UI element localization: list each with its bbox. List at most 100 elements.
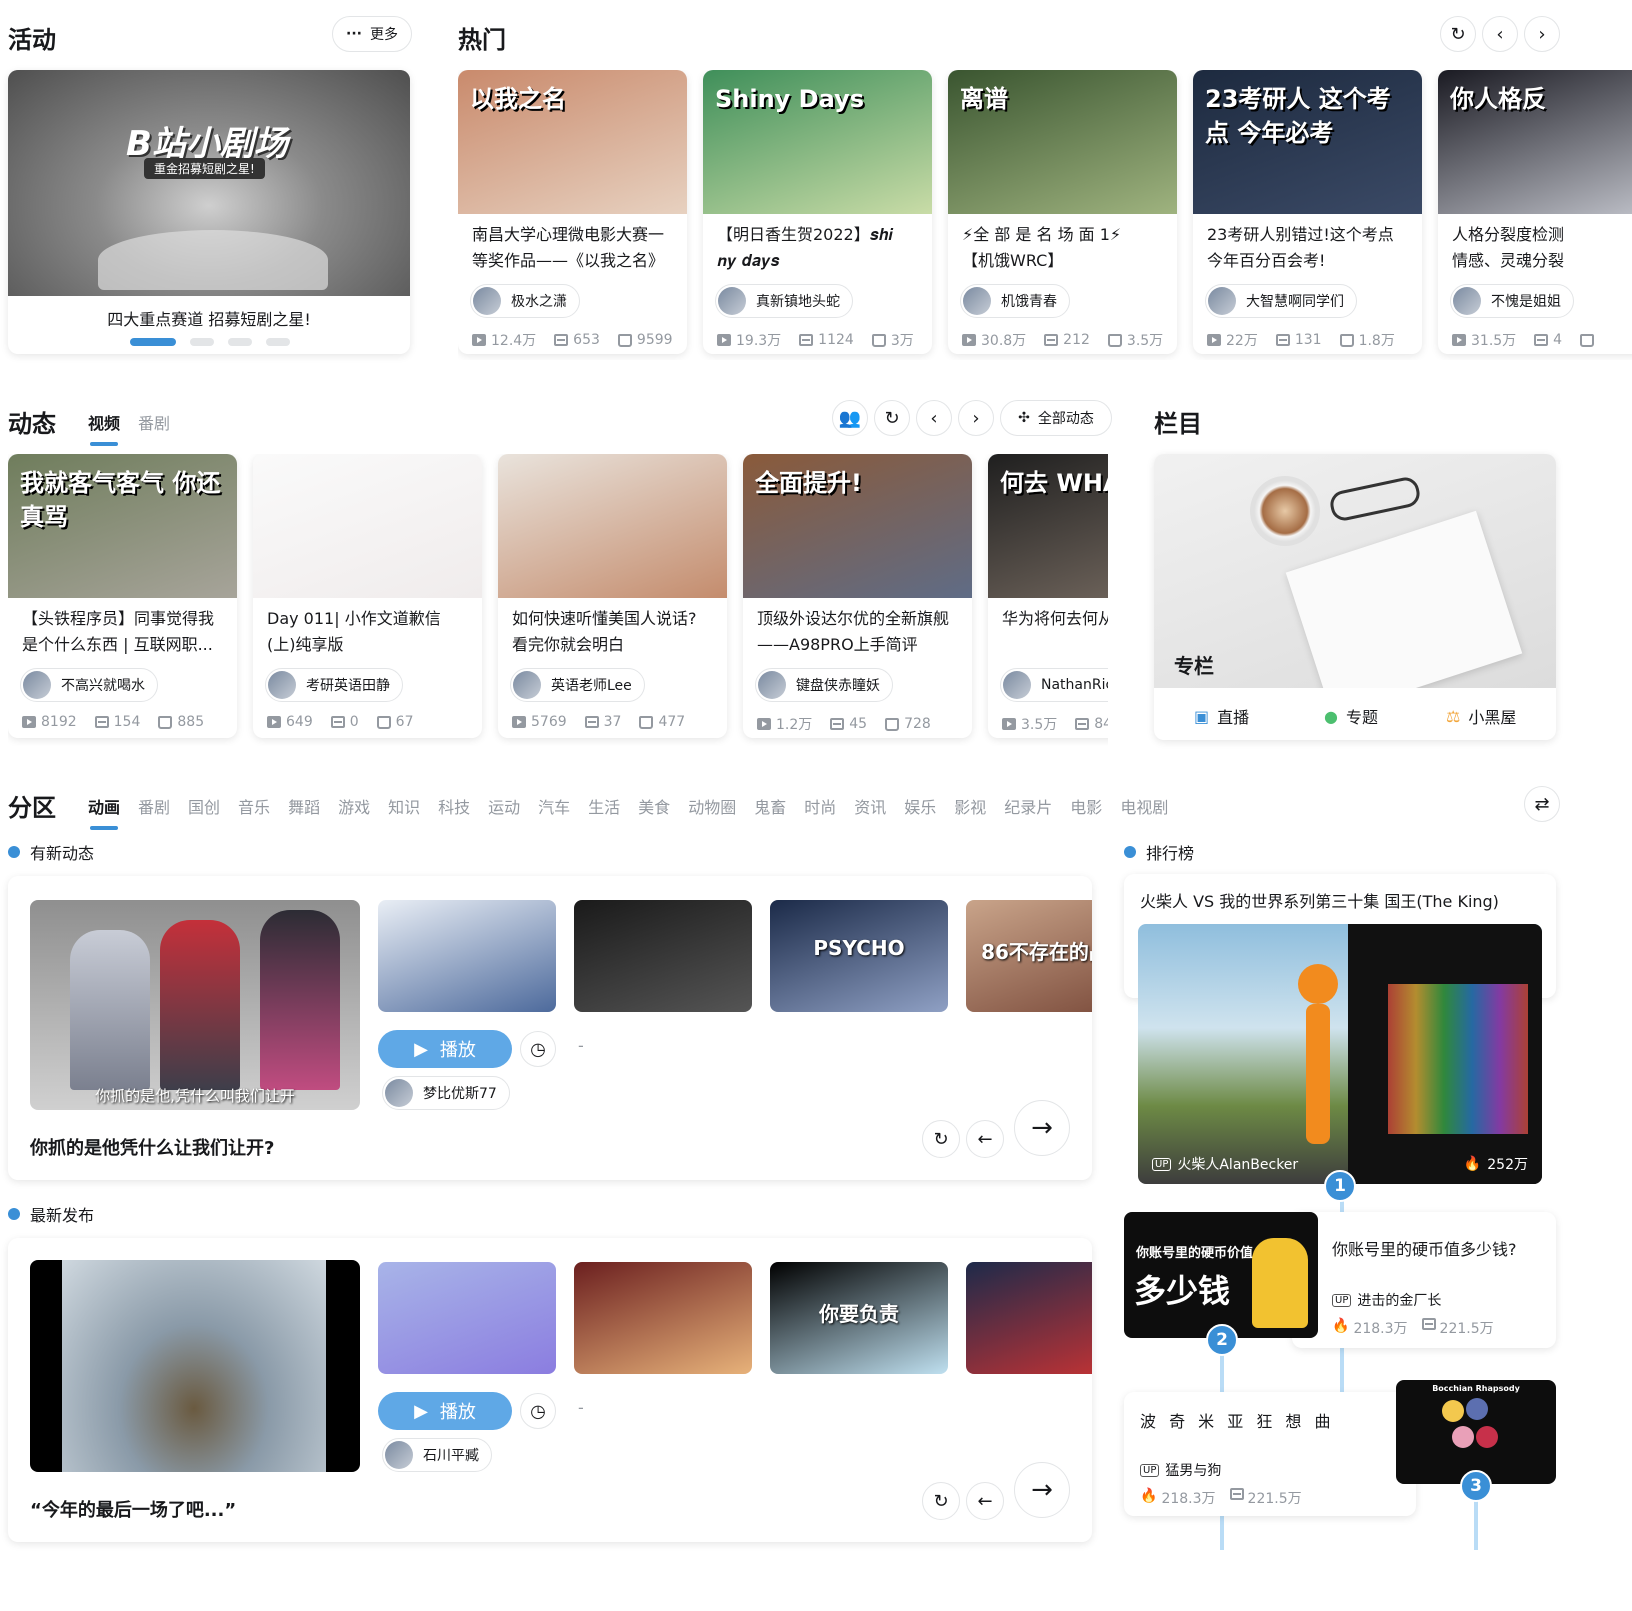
watch-later-icon[interactable]: ◷ <box>520 1031 556 1067</box>
video-card[interactable]: 你人格反 人格分裂度检测 情感、灵魂分裂 不愧是姐姐 31.5万 4 <box>1438 70 1632 354</box>
chevron-left-icon[interactable]: ‹ <box>916 400 952 436</box>
zone-tab[interactable]: 资讯 <box>854 794 886 818</box>
video-title[interactable]: Day 011| 小作文道歉信 (上)纯享版 <box>267 606 472 658</box>
small-thumbnail[interactable] <box>574 1262 752 1374</box>
zone-tab[interactable]: 运动 <box>488 794 520 818</box>
video-thumbnail[interactable]: 以我之名 <box>458 70 687 214</box>
carousel-dot[interactable] <box>266 338 290 346</box>
video-thumbnail[interactable] <box>253 454 482 598</box>
tab-bangumi[interactable]: 番剧 <box>138 410 170 434</box>
rank-3-card[interactable]: 波 奇 米 亚 狂 想 曲 UP 猛男与狗 🔥 218.3万 221.5万 <box>1124 1392 1416 1516</box>
small-thumbnail[interactable] <box>574 900 752 1012</box>
carousel-dot[interactable] <box>190 338 214 346</box>
video-card[interactable]: Shiny Days 【明日香生贺2022】𝒔𝒉𝒊 𝒏𝒚 𝒅𝒂𝒚𝒔 真新镇地头蛇 19… <box>703 70 932 354</box>
zone-tab[interactable]: 美食 <box>638 794 670 818</box>
zone-tab[interactable]: 动物圈 <box>688 794 736 818</box>
video-thumbnail[interactable]: Shiny Days <box>703 70 932 214</box>
up-chip[interactable]: 英语老师Lee <box>510 668 645 702</box>
video-card[interactable]: 如何快速听懂美国人说话? 看完你就会明白 英语老师Lee 5769 37 477 <box>498 454 727 738</box>
refresh-icon[interactable]: ↻ <box>922 1482 960 1520</box>
up-chip[interactable]: 极水之潇 <box>470 284 580 318</box>
following-icon[interactable]: 👥 <box>832 400 868 436</box>
zone-tab[interactable]: 科技 <box>438 794 470 818</box>
video-title[interactable]: 南昌大学心理微电影大赛一 等奖作品——《以我之名》 <box>472 222 677 274</box>
up-chip[interactable]: 键盘侠赤瞳妖 <box>755 668 893 702</box>
column-link-topic[interactable]: ● 专题 <box>1324 704 1378 728</box>
video-card[interactable]: 23考研人 这个考点 今年必考 23考研人别错过!这个考点 今年百分百会考! 大智慧… <box>1193 70 1422 354</box>
up-chip[interactable]: 不愧是姐姐 <box>1450 284 1574 318</box>
zone-tab[interactable]: 音乐 <box>238 794 270 818</box>
video-title[interactable]: 【头铁程序员】同事觉得我 是个什么东西 | 互联网职... <box>22 606 227 658</box>
chevron-right-icon[interactable]: › <box>1524 16 1560 52</box>
rank-1-thumb[interactable]: UP 火柴人AlanBecker 🔥 252万 <box>1138 924 1542 1184</box>
video-thumbnail[interactable]: 我就客气客气 你还真骂 <box>8 454 237 598</box>
rank-2-card[interactable]: 你账号里的硬币值多少钱? UP 进击的金厂长 🔥 218.3万 221.5万 <box>1292 1212 1556 1348</box>
carousel-dot-active[interactable] <box>130 338 176 346</box>
chevron-right-icon[interactable]: › <box>958 400 994 436</box>
tab-video[interactable]: 视频 <box>88 410 120 434</box>
up-chip[interactable]: 不高兴就喝水 <box>20 668 158 702</box>
column-link-blackroom[interactable]: ⚖ 小黑屋 <box>1446 704 1516 728</box>
all-dynamic-button[interactable]: ✣ 全部动态 <box>1000 400 1112 436</box>
arrow-left-icon[interactable]: ← <box>966 1482 1004 1520</box>
up-chip[interactable]: NathanRich <box>1000 668 1108 702</box>
switch-icon[interactable]: ⇄ <box>1524 786 1560 822</box>
zone-tab[interactable]: 鬼畜 <box>754 794 786 818</box>
video-title[interactable]: 顶级外设达尔优的全新旗舰 ——A98PRO上手简评 <box>757 606 962 658</box>
refresh-icon[interactable]: ↻ <box>874 400 910 436</box>
small-thumbnail[interactable] <box>378 900 556 1012</box>
latest-title[interactable]: “今年的最后一场了吧...” <box>30 1496 236 1522</box>
video-thumbnail[interactable]: 何去 WHAT <box>988 454 1108 598</box>
zone-tab[interactable]: 舞蹈 <box>288 794 320 818</box>
refresh-icon[interactable]: ↻ <box>1440 16 1476 52</box>
arrow-left-icon[interactable]: ← <box>966 1120 1004 1158</box>
small-thumbnail[interactable]: PSYCHO <box>770 900 948 1012</box>
video-card[interactable]: 以我之名 南昌大学心理微电影大赛一 等奖作品——《以我之名》 极水之潇 12.4万 65… <box>458 70 687 354</box>
zone-tab[interactable]: 生活 <box>588 794 620 818</box>
video-card[interactable]: 我就客气客气 你还真骂【头铁程序员】同事觉得我 是个什么东西 | 互联网职...… <box>8 454 237 738</box>
zone-tab[interactable]: 国创 <box>188 794 220 818</box>
arrow-right-icon[interactable]: → <box>1014 1100 1070 1156</box>
small-thumbnail[interactable]: 86不存在的战区 <box>966 900 1092 1012</box>
video-title[interactable]: 人格分裂度检测 情感、灵魂分裂 <box>1452 222 1632 274</box>
video-thumbnail[interactable]: 你人格反 <box>1438 70 1632 214</box>
zone-tab[interactable]: 汽车 <box>538 794 570 818</box>
news-main-thumb[interactable]: 你抓的是他,凭什么叫我们让开 <box>30 900 360 1110</box>
zone-tab[interactable]: 游戏 <box>338 794 370 818</box>
video-card[interactable]: Day 011| 小作文道歉信 (上)纯享版 考研英语田静 649 0 67 <box>253 454 482 738</box>
video-title[interactable]: 如何快速听懂美国人说话? 看完你就会明白 <box>512 606 717 658</box>
watch-later-icon[interactable]: ◷ <box>520 1393 556 1429</box>
zone-tab[interactable]: 时尚 <box>804 794 836 818</box>
column-link-live[interactable]: ▣ 直播 <box>1194 704 1249 728</box>
more-button[interactable]: ··· 更多 <box>332 16 412 52</box>
video-title[interactable]: 【明日香生贺2022】𝒔𝒉𝒊 𝒏𝒚 𝒅𝒂𝒚𝒔 <box>717 222 922 274</box>
video-thumbnail[interactable]: 离谱 <box>948 70 1177 214</box>
zone-tab[interactable]: 知识 <box>388 794 420 818</box>
rank-2-thumb[interactable]: 你账号里的硬币价值 多少钱 <box>1124 1212 1318 1338</box>
latest-up-chip[interactable]: 石川平臧 <box>382 1438 492 1472</box>
zone-tab[interactable]: 娱乐 <box>904 794 936 818</box>
zone-tab[interactable]: 电视剧 <box>1120 794 1168 818</box>
arrow-right-icon[interactable]: → <box>1014 1462 1070 1518</box>
up-chip[interactable]: 机饿青春 <box>960 284 1070 318</box>
video-thumbnail[interactable]: 全面提升! <box>743 454 972 598</box>
news-title[interactable]: 你抓的是他凭什么让我们让开? <box>30 1134 274 1160</box>
play-button[interactable]: ▶ 播放 <box>378 1030 512 1068</box>
video-title[interactable]: 23考研人别错过!这个考点 今年百分百会考! <box>1207 222 1412 274</box>
rank-3-thumb[interactable]: Bocchian Rhapsody <box>1396 1380 1556 1484</box>
video-title[interactable]: ⚡全 部 是 名 场 面 1⚡ 【机饿WRC】 <box>962 222 1167 274</box>
latest-main-thumb[interactable] <box>30 1260 360 1472</box>
zone-tab[interactable]: 纪录片 <box>1004 794 1052 818</box>
video-card[interactable]: 何去 WHAT 华为将何去何从 NathanRich 3.5万 84 <box>988 454 1108 738</box>
column-card[interactable]: 专栏 ▣ 直播 ● 专题 ⚖ 小黑屋 <box>1154 454 1556 740</box>
zone-tab[interactable]: 影视 <box>954 794 986 818</box>
up-chip[interactable]: 考研英语田静 <box>265 668 403 702</box>
video-title[interactable]: 华为将何去何从 <box>1002 606 1108 658</box>
chevron-left-icon[interactable]: ‹ <box>1482 16 1518 52</box>
video-card[interactable]: 全面提升! 顶级外设达尔优的全新旗舰 ——A98PRO上手简评 键盘侠赤瞳妖 1.2万… <box>743 454 972 738</box>
small-thumbnail[interactable] <box>966 1262 1092 1374</box>
video-thumbnail[interactable]: 23考研人 这个考点 今年必考 <box>1193 70 1422 214</box>
zone-tab[interactable]: 电影 <box>1070 794 1102 818</box>
zone-tab[interactable]: 动画 <box>88 794 120 818</box>
video-card[interactable]: 离谱 ⚡全 部 是 名 场 面 1⚡ 【机饿WRC】 机饿青春 30.8万 212 3.5… <box>948 70 1177 354</box>
